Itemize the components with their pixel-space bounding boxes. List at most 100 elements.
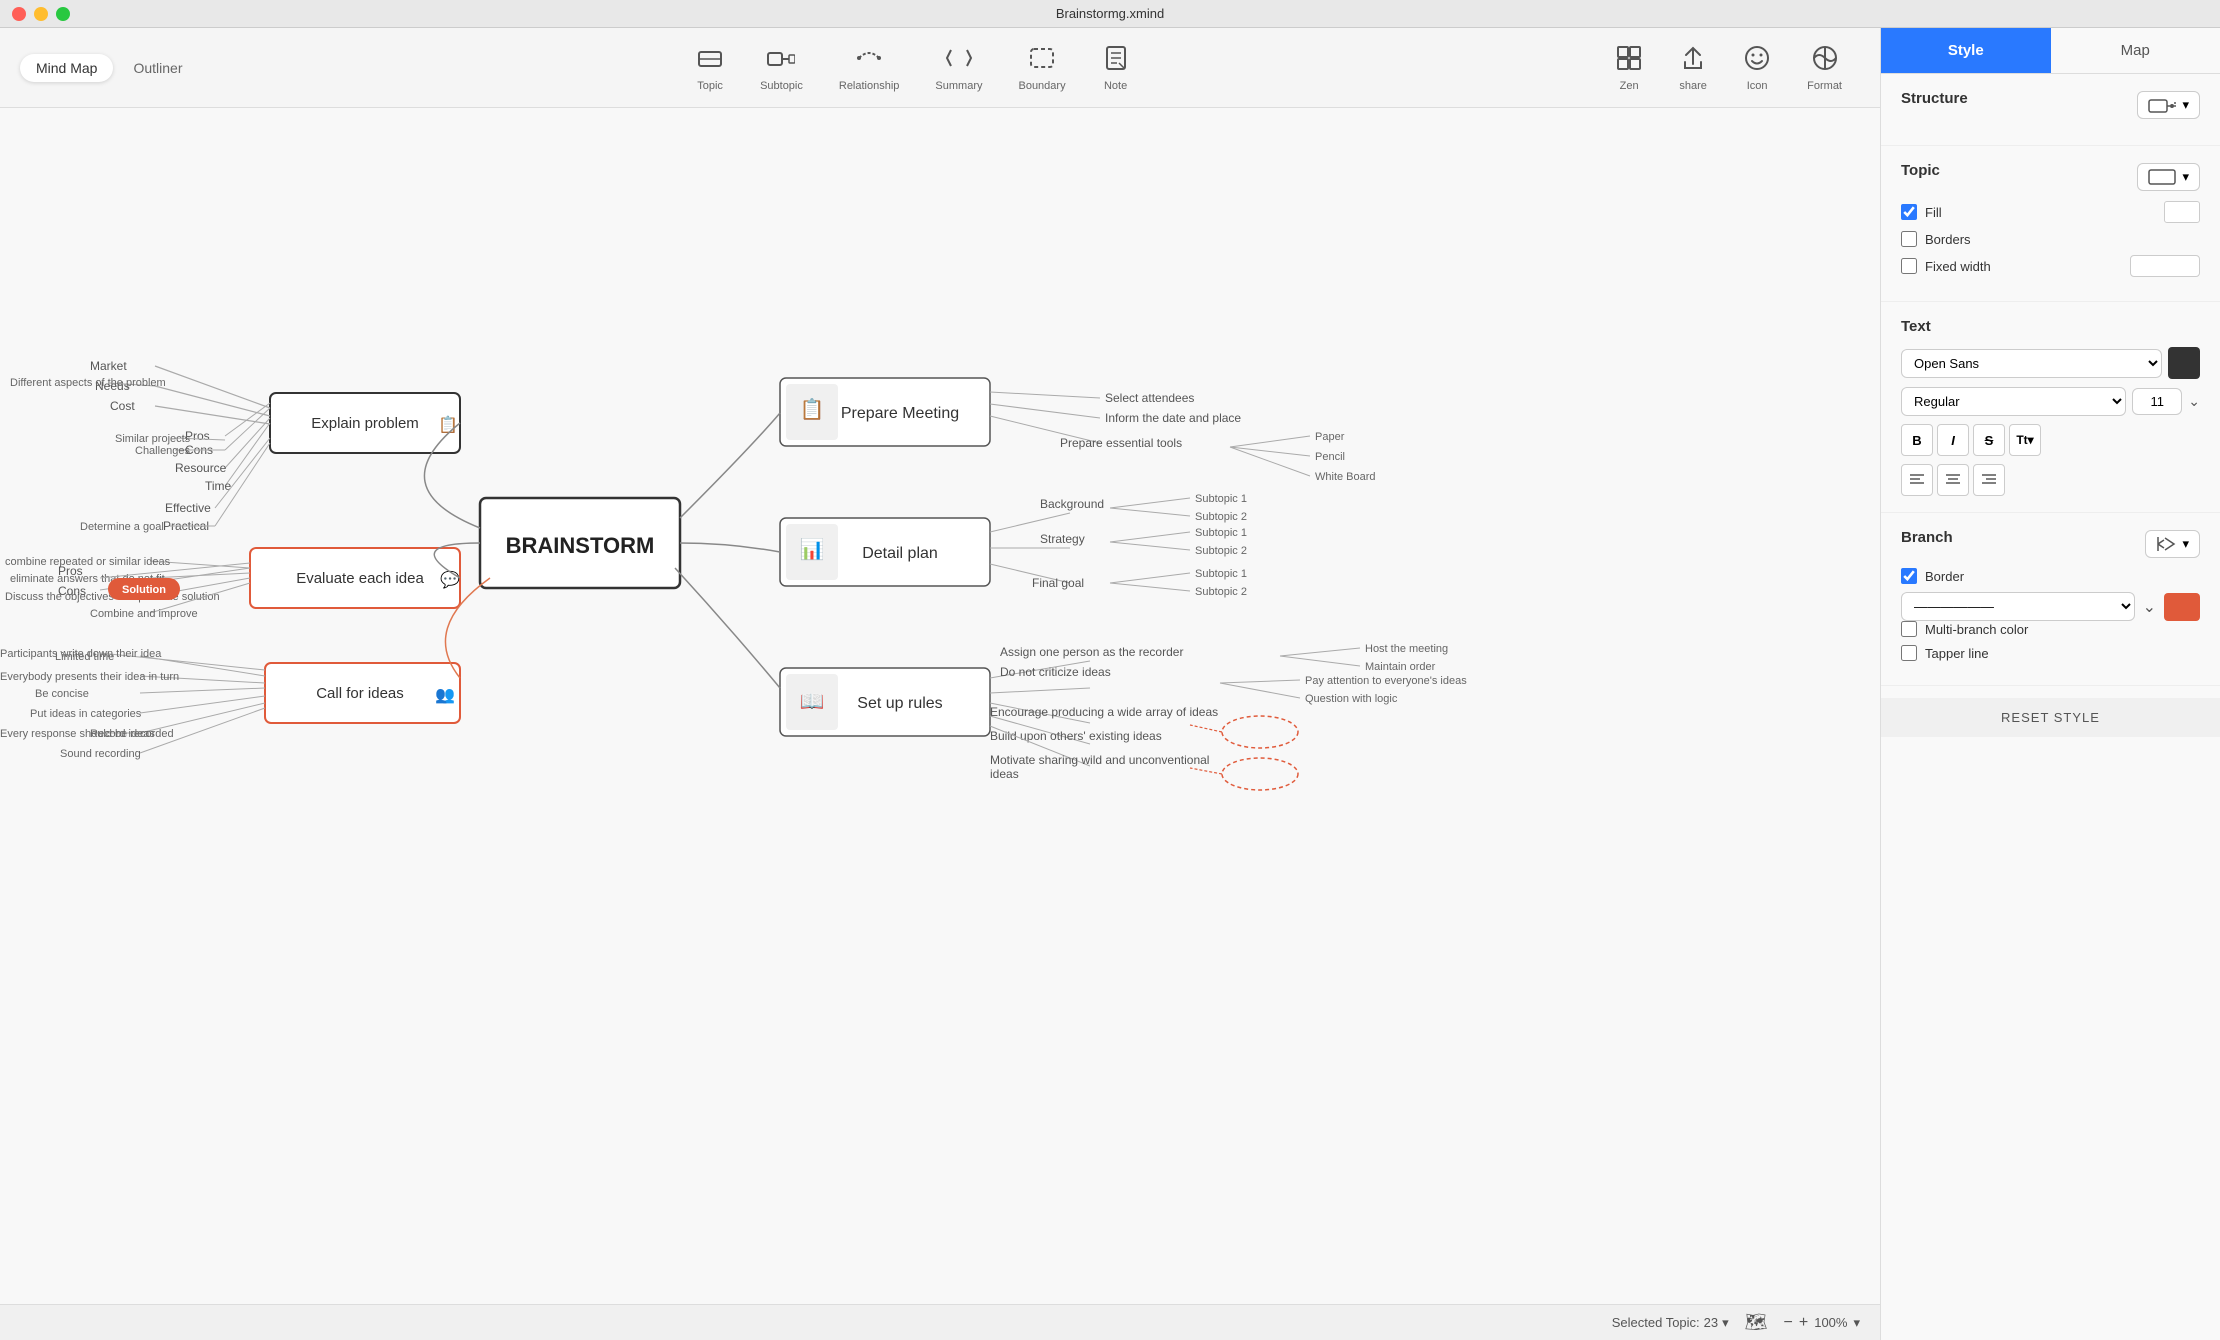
toolbar-share[interactable]: share <box>1661 36 1725 100</box>
mindmap-svg: BRAINSTORM Explain problem 📋 Market Need… <box>0 108 1880 1340</box>
bold-button[interactable]: B <box>1901 424 1933 456</box>
font-style-select[interactable]: Regular <box>1901 387 2126 416</box>
svg-text:📋: 📋 <box>438 415 458 434</box>
border-checkbox[interactable] <box>1901 568 1917 584</box>
format-dropdown-button[interactable]: Tt ▾ <box>2009 424 2041 456</box>
svg-text:Subtopic 1: Subtopic 1 <box>1195 568 1247 580</box>
svg-text:Effective: Effective <box>165 501 211 515</box>
svg-text:BRAINSTORM: BRAINSTORM <box>506 533 655 558</box>
italic-button[interactable]: I <box>1937 424 1969 456</box>
align-right-button[interactable] <box>1973 464 2005 496</box>
maximize-button[interactable] <box>56 7 70 21</box>
branch-shape-button[interactable]: ▾ <box>2145 530 2200 558</box>
minimize-button[interactable] <box>34 7 48 21</box>
svg-text:ideas: ideas <box>990 767 1019 781</box>
svg-text:Motivate sharing wild and unco: Motivate sharing wild and unconventional <box>990 753 1209 767</box>
strikethrough-button[interactable]: S <box>1973 424 2005 456</box>
fixed-width-input[interactable]: 123 px <box>2130 255 2200 277</box>
boundary-icon <box>1028 44 1056 76</box>
toolbar-zen[interactable]: Zen <box>1597 36 1661 100</box>
borders-checkbox[interactable] <box>1901 231 1917 247</box>
svg-text:Market: Market <box>90 359 127 373</box>
view-outliner[interactable]: Outliner <box>117 54 198 82</box>
borders-row: Borders <box>1901 231 2200 247</box>
toolbar-icon[interactable]: Icon <box>1725 36 1789 100</box>
close-button[interactable] <box>12 7 26 21</box>
svg-text:Call for ideas: Call for ideas <box>316 685 404 702</box>
zoom-out-button[interactable]: − <box>1784 1314 1793 1332</box>
branch-section: Branch ▾ Border —————— ⌄ Multi-branch co… <box>1881 513 2220 686</box>
fill-color-swatch[interactable] <box>2164 201 2200 223</box>
align-center-button[interactable] <box>1937 464 1969 496</box>
toolbar-note[interactable]: Note <box>1084 36 1148 100</box>
border-row: Border <box>1901 568 2200 584</box>
line-style-select[interactable]: —————— <box>1901 592 2135 621</box>
tapper-line-label: Tapper line <box>1925 646 1989 661</box>
svg-text:Record ideas: Record ideas <box>90 728 155 740</box>
svg-text:Combine and improve: Combine and improve <box>90 608 198 620</box>
titlebar: Brainstormg.xmind <box>0 0 2220 28</box>
zen-label: Zen <box>1620 80 1639 92</box>
font-select[interactable]: Open Sans <box>1901 349 2162 378</box>
svg-text:📖: 📖 <box>800 691 825 713</box>
tab-map[interactable]: Map <box>2051 28 2220 73</box>
fill-checkbox[interactable] <box>1901 204 1917 220</box>
svg-text:combine repeated or similar id: combine repeated or similar ideas <box>5 556 171 568</box>
note-icon <box>1102 44 1130 76</box>
branch-color-swatch[interactable] <box>2164 593 2200 621</box>
svg-text:Encourage producing a wide arr: Encourage producing a wide array of idea… <box>990 705 1218 719</box>
svg-text:Prepare Meeting: Prepare Meeting <box>841 405 959 422</box>
selected-topic-label: Selected Topic: <box>1612 1315 1700 1330</box>
canvas[interactable]: BRAINSTORM Explain problem 📋 Market Need… <box>0 108 1880 1340</box>
multi-branch-checkbox[interactable] <box>1901 621 1917 637</box>
window-title: Brainstormg.xmind <box>1056 6 1164 21</box>
note-label: Note <box>1104 80 1127 92</box>
svg-text:Set up rules: Set up rules <box>857 695 942 712</box>
format-icon <box>1811 44 1839 76</box>
svg-text:Subtopic 1: Subtopic 1 <box>1195 493 1247 505</box>
align-left-button[interactable] <box>1901 464 1933 496</box>
map-icon: 🗺 <box>1745 1312 1768 1333</box>
svg-text:Final goal: Final goal <box>1032 576 1084 590</box>
svg-text:Similar projects: Similar projects <box>115 433 191 445</box>
size-stepper[interactable]: ⌄ <box>2188 393 2200 410</box>
toolbar-subtopic[interactable]: Subtopic <box>742 36 821 100</box>
branch-title: Branch <box>1901 529 1953 546</box>
reset-style-button[interactable]: RESET STYLE <box>1881 698 2220 737</box>
toolbar-topic[interactable]: Topic <box>678 36 742 100</box>
boundary-label: Boundary <box>1018 80 1065 92</box>
zoom-controls: − + 100% ▾ <box>1784 1314 1860 1332</box>
topic-row: Topic ▾ <box>1901 162 2200 191</box>
toolbar: Mind Map Outliner Topic Subtopic Relatio… <box>0 28 1880 108</box>
svg-text:Resource: Resource <box>175 461 227 475</box>
view-mindmap[interactable]: Mind Map <box>20 54 113 82</box>
tapper-line-checkbox[interactable] <box>1901 645 1917 661</box>
zoom-level: 100% <box>1814 1315 1847 1330</box>
text-color-swatch[interactable] <box>2168 347 2200 379</box>
svg-text:Evaluate each idea: Evaluate each idea <box>296 570 424 587</box>
svg-text:Host the meeting: Host the meeting <box>1365 643 1448 655</box>
svg-text:Question with logic: Question with logic <box>1305 693 1398 705</box>
svg-text:Detail plan: Detail plan <box>862 545 938 562</box>
svg-text:Maintain order: Maintain order <box>1365 661 1436 673</box>
style-size-row: Regular ⌄ <box>1901 387 2200 416</box>
chevron-down-icon[interactable]: ▾ <box>1722 1315 1729 1331</box>
svg-text:Everybody presents their idea: Everybody presents their idea in turn <box>0 671 179 683</box>
font-size-input[interactable] <box>2132 388 2182 415</box>
zoom-dropdown-icon[interactable]: ▾ <box>1853 1315 1860 1331</box>
structure-button[interactable]: ▾ <box>2137 91 2200 119</box>
toolbar-summary[interactable]: Summary <box>917 36 1000 100</box>
toolbar-right-items: Zen share Icon Format <box>1597 36 1860 100</box>
relationship-label: Relationship <box>839 80 900 92</box>
toolbar-relationship[interactable]: Relationship <box>821 36 918 100</box>
topic-dropdown-icon: ▾ <box>2182 169 2189 185</box>
toolbar-format[interactable]: Format <box>1789 36 1860 100</box>
line-stepper[interactable]: ⌄ <box>2143 597 2156 617</box>
tab-style[interactable]: Style <box>1881 28 2051 73</box>
subtopic-label: Subtopic <box>760 80 803 92</box>
zoom-in-button[interactable]: + <box>1799 1314 1808 1332</box>
text-title: Text <box>1901 318 2200 335</box>
fixed-width-checkbox[interactable] <box>1901 258 1917 274</box>
toolbar-boundary[interactable]: Boundary <box>1000 36 1083 100</box>
topic-shape-button[interactable]: ▾ <box>2137 163 2200 191</box>
